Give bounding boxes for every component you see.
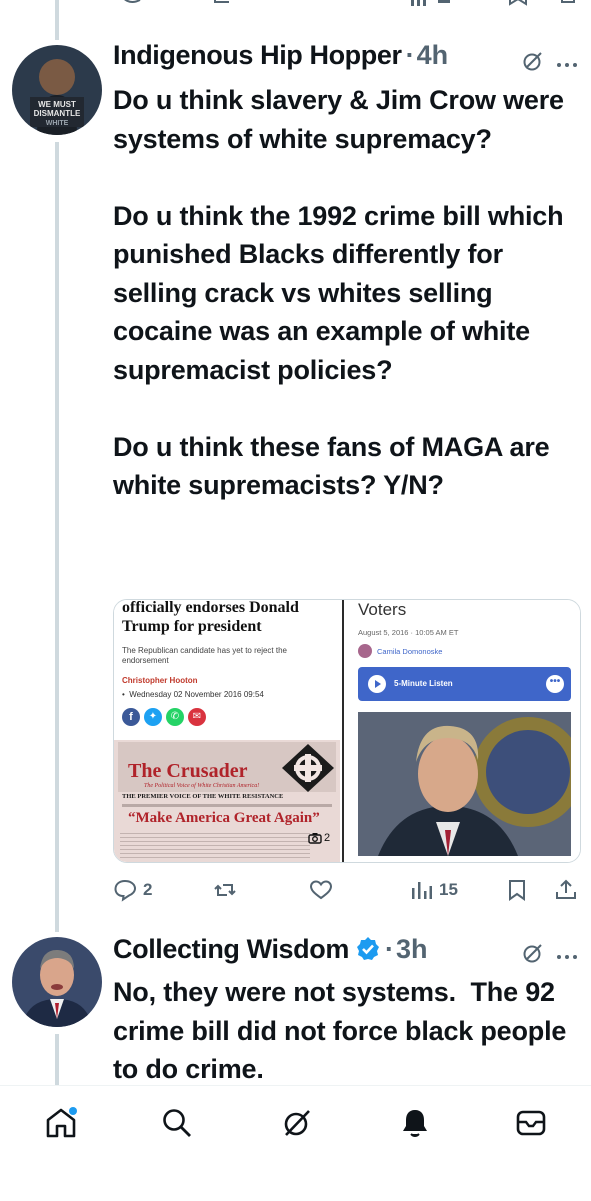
post-header: Collecting Wisdom · 3h bbox=[113, 932, 427, 965]
notifications-icon[interactable] bbox=[398, 1106, 432, 1145]
newspaper-slogan: “Make America Great Again” bbox=[128, 810, 320, 826]
repost-button[interactable] bbox=[213, 878, 237, 902]
masthead-subtitle: The Political Voice of White Christian A… bbox=[144, 783, 260, 789]
bottom-navigation bbox=[0, 1085, 591, 1201]
newspaper-columns bbox=[120, 832, 310, 858]
listen-button[interactable]: 5-Minute Listen ••• bbox=[358, 667, 571, 701]
avatar-photo: WE MUST DISMANTLE WHITE bbox=[12, 45, 102, 135]
post-header: Indigenous Hip Hopper · 4h bbox=[113, 40, 448, 71]
whatsapp-icon[interactable]: ✆ bbox=[166, 708, 184, 726]
article-headline: officially endorses Donald Trump for pre… bbox=[122, 599, 299, 635]
listen-label: 5-Minute Listen bbox=[394, 679, 453, 688]
author-name[interactable]: Indigenous Hip Hopper bbox=[113, 40, 402, 71]
more-options-icon[interactable] bbox=[556, 56, 578, 74]
svg-text:WE MUST: WE MUST bbox=[38, 100, 76, 109]
svg-text:WHITE: WHITE bbox=[46, 120, 69, 127]
post-paragraph: Do u think the 1992 crime bill which pun… bbox=[113, 200, 564, 385]
newspaper-address-line bbox=[122, 804, 332, 807]
previous-actions-icons bbox=[124, 0, 575, 6]
more-icon[interactable]: ••• bbox=[546, 675, 564, 693]
article-author[interactable]: Camila Domonoske bbox=[377, 647, 442, 656]
play-icon bbox=[368, 675, 386, 693]
grok-icon[interactable] bbox=[522, 50, 544, 77]
bookmark-button[interactable] bbox=[507, 878, 527, 902]
author-name[interactable]: Collecting Wisdom bbox=[113, 934, 349, 965]
politician-photo bbox=[358, 712, 571, 856]
article-subhead: The Republican candidate has yet to reje… bbox=[122, 646, 287, 665]
thread-line-bottom bbox=[55, 1034, 59, 1085]
avatar-photo bbox=[12, 937, 102, 1027]
repost-icon bbox=[214, 884, 236, 896]
post-paragraph: Do u think these fans of MAGA are white … bbox=[113, 431, 550, 501]
thread-line-top bbox=[55, 0, 59, 40]
post-text: Do u think slavery & Jim Crow were syste… bbox=[113, 81, 573, 505]
author-avatar bbox=[358, 644, 372, 658]
share-buttons: f ✦ ✆ ✉ bbox=[122, 708, 206, 726]
camera-icon bbox=[308, 833, 322, 844]
author-row: Camila Domonoske bbox=[358, 644, 442, 658]
verified-badge-icon bbox=[355, 936, 381, 962]
views-icon bbox=[412, 882, 432, 899]
post-paragraph: Do u think slavery & Jim Crow were syste… bbox=[113, 85, 564, 154]
grok-icon[interactable] bbox=[522, 942, 544, 969]
celtic-cross-icon bbox=[282, 744, 334, 792]
article-byline: Christopher Hooton bbox=[122, 676, 198, 685]
reply-count: 2 bbox=[143, 880, 153, 899]
share-icon bbox=[556, 879, 576, 899]
post-time[interactable]: 3h bbox=[396, 934, 428, 965]
media-image-right[interactable]: Voters August 5, 2016 · 10:05 AM ET Cami… bbox=[344, 600, 580, 862]
photo-count: 2 bbox=[324, 832, 331, 844]
avatar[interactable] bbox=[12, 937, 102, 1027]
facebook-icon[interactable]: f bbox=[122, 708, 140, 726]
separator: · bbox=[405, 40, 415, 70]
newspaper-masthead: The Crusader bbox=[128, 760, 248, 782]
article-title: Voters bbox=[358, 600, 407, 619]
newspaper-photo: The Crusader The Political Voice of Whit… bbox=[114, 740, 340, 862]
reply-icon bbox=[114, 879, 137, 902]
article-timestamp: August 5, 2016 · 10:05 AM ET bbox=[358, 628, 459, 637]
article-date-row: • Wednesday 02 November 2016 09:54 bbox=[122, 690, 264, 699]
photo-count-badge: 2 bbox=[308, 832, 330, 844]
like-icon bbox=[309, 880, 333, 900]
post-media[interactable]: officially endorses Donald Trump for pre… bbox=[113, 599, 581, 863]
post-time[interactable]: 4h bbox=[417, 40, 449, 71]
email-icon[interactable]: ✉ bbox=[188, 708, 206, 726]
previous-post-action-bar bbox=[0, 0, 591, 14]
views-button[interactable]: 15 bbox=[411, 878, 458, 902]
bookmark-icon bbox=[509, 880, 525, 901]
avatar[interactable]: WE MUST DISMANTLE WHITE bbox=[12, 45, 102, 135]
thread-line-main bbox=[55, 142, 59, 932]
article-date: Wednesday 02 November 2016 09:54 bbox=[129, 690, 264, 699]
home-icon[interactable] bbox=[44, 1106, 78, 1145]
reply-button[interactable]: 2 bbox=[113, 878, 152, 902]
search-icon[interactable] bbox=[160, 1106, 194, 1145]
post-text: No, they were not systems. The 92 crime … bbox=[113, 973, 573, 1089]
article-photo bbox=[358, 712, 571, 856]
post-paragraph: No, they were not systems. The 92 crime … bbox=[113, 977, 574, 1084]
twitter-icon[interactable]: ✦ bbox=[144, 708, 162, 726]
messages-icon[interactable] bbox=[514, 1106, 548, 1145]
like-button[interactable] bbox=[309, 878, 333, 902]
view-count: 15 bbox=[439, 880, 458, 899]
separator: · bbox=[384, 934, 394, 964]
svg-text:DISMANTLE: DISMANTLE bbox=[34, 109, 81, 118]
grok-icon[interactable] bbox=[280, 1106, 314, 1145]
more-options-icon[interactable] bbox=[556, 948, 578, 966]
newspaper-banner: THE PREMIER VOICE OF THE WHITE RESISTANC… bbox=[122, 793, 284, 800]
share-button[interactable] bbox=[554, 878, 578, 902]
media-image-left[interactable]: officially endorses Donald Trump for pre… bbox=[114, 600, 340, 862]
